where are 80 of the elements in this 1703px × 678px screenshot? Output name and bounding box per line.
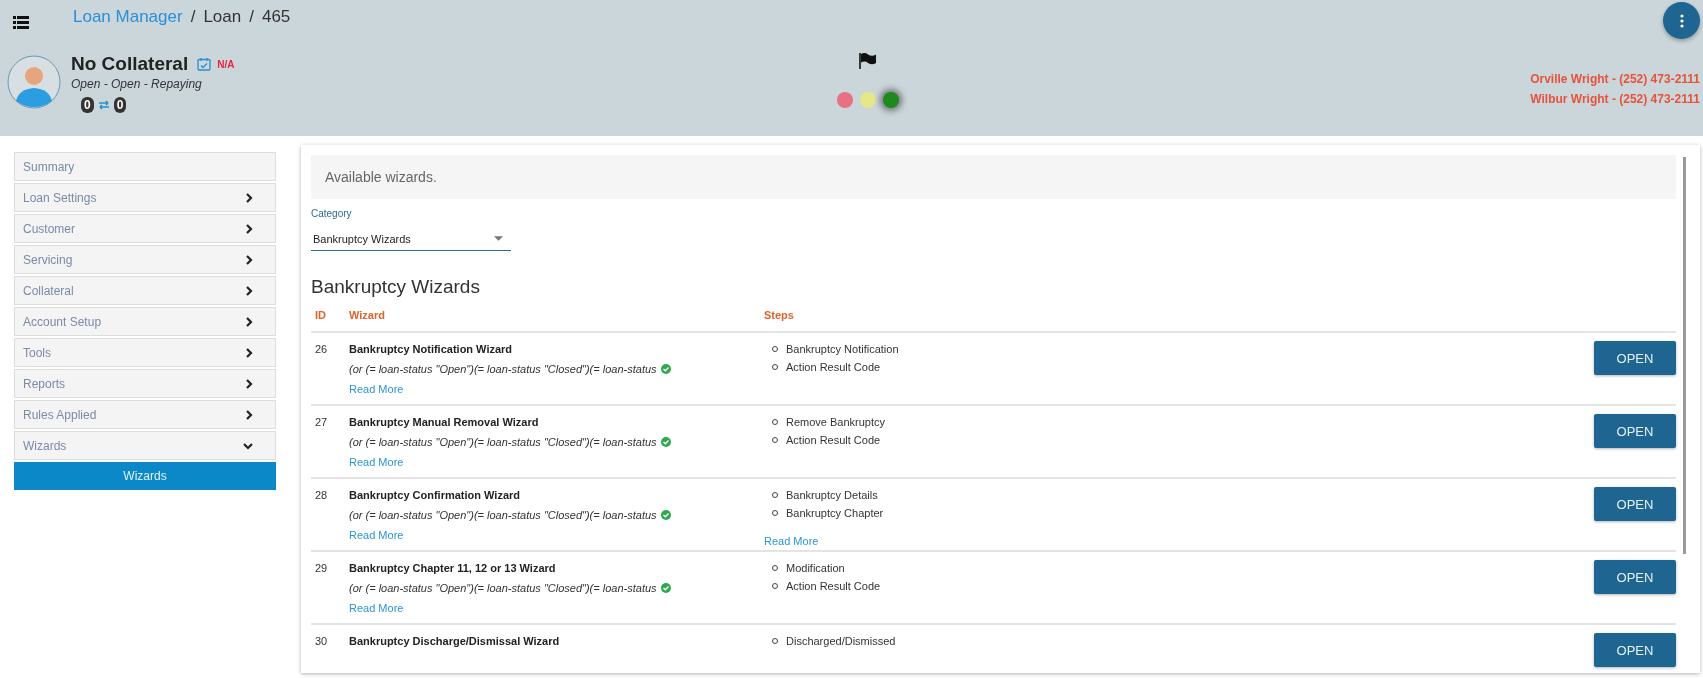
table-cell: 30 bbox=[315, 635, 328, 647]
breadcrumb-item: Loan bbox=[203, 6, 242, 27]
sidebar-item[interactable]: Account Setup bbox=[14, 307, 276, 336]
sidebar-item[interactable]: Reports bbox=[14, 369, 276, 398]
read-more-link[interactable]: Read More bbox=[349, 383, 404, 395]
loan-status-text: Open - Open - Repaying bbox=[71, 77, 203, 91]
open-button[interactable]: OPEN bbox=[1594, 341, 1676, 375]
sidebar-item[interactable]: Customer bbox=[14, 214, 276, 243]
chevron-right-icon bbox=[245, 285, 253, 296]
more-menu-button[interactable] bbox=[1663, 2, 1700, 39]
read-more-link[interactable]: Read More bbox=[349, 529, 404, 541]
open-button[interactable]: OPEN bbox=[1594, 633, 1676, 667]
wizard-name: Bankruptcy Manual Removal Wizard bbox=[349, 416, 540, 428]
table-cell: 26 bbox=[315, 343, 328, 355]
chevron-right-icon bbox=[245, 378, 253, 389]
breadcrumb-separator: / bbox=[190, 6, 196, 27]
step-item: Remove Bankruptcy bbox=[786, 416, 886, 428]
sidebar-item[interactable]: Collateral bbox=[14, 276, 276, 305]
wizard-name: Bankruptcy Notification Wizard bbox=[349, 343, 514, 355]
sidebar-item[interactable]: Rules Applied bbox=[14, 400, 276, 429]
loan-title: No Collateral bbox=[71, 53, 189, 75]
chevron-right-icon bbox=[245, 316, 253, 327]
step-item: Bankruptcy Details bbox=[786, 489, 878, 501]
flag-icon bbox=[859, 53, 877, 69]
step-item: Action Result Code bbox=[786, 434, 881, 446]
column-header: Steps bbox=[764, 309, 795, 321]
table-cell: 27 bbox=[315, 416, 328, 428]
breadcrumb-item: 465 bbox=[261, 6, 291, 27]
step-item: Discharged/Dismissed bbox=[786, 635, 896, 647]
chevron-right-icon bbox=[245, 347, 253, 358]
step-item: Bankruptcy Notification bbox=[786, 343, 899, 355]
contact-text: Orville Wright - (252) 473-2111 bbox=[1530, 72, 1700, 86]
count-badge: 0 bbox=[113, 97, 127, 113]
condition-text: (or (= loan-status "Open")(= loan-status "Closed")(= loan-status bbox=[349, 363, 657, 375]
condition-text: (or (= loan-status "Open")(= loan-status "Closed")(= loan-status bbox=[349, 582, 657, 594]
calendar-check-icon[interactable] bbox=[197, 57, 212, 71]
chevron-right-icon bbox=[245, 254, 253, 265]
step-item: Action Result Code bbox=[786, 580, 881, 592]
read-more-link[interactable]: Read More bbox=[349, 602, 404, 614]
more-vertical-icon bbox=[1679, 13, 1684, 28]
list-menu-icon[interactable] bbox=[13, 16, 29, 29]
chevron-right-icon bbox=[245, 409, 253, 420]
breadcrumb-separator: / bbox=[249, 6, 254, 27]
sidebar-item[interactable]: Tools bbox=[14, 338, 276, 367]
section-heading: Bankruptcy Wizards bbox=[311, 276, 481, 298]
condition-text: (or (= loan-status "Open")(= loan-status "Closed")(= loan-status bbox=[349, 436, 657, 448]
category-select[interactable]: Bankruptcy Wizards bbox=[311, 227, 511, 251]
step-item: Action Result Code bbox=[786, 361, 881, 373]
contact-text: Wilbur Wright - (252) 473-2111 bbox=[1530, 92, 1700, 106]
status-label: N/A bbox=[217, 58, 235, 70]
breadcrumb-link[interactable]: Loan Manager bbox=[73, 6, 183, 27]
table-cell: 29 bbox=[315, 562, 328, 574]
swap-arrows-icon bbox=[97, 100, 110, 110]
sidebar-item[interactable]: Loan Settings bbox=[14, 183, 276, 212]
table-cell: 28 bbox=[315, 489, 328, 501]
count-badge: 0 bbox=[81, 97, 94, 113]
column-header: ID bbox=[314, 309, 327, 321]
step-item: Modification bbox=[786, 562, 845, 574]
intro-panel: Available wizards. bbox=[311, 155, 1676, 199]
read-more-link[interactable]: Read More bbox=[764, 535, 819, 547]
wizard-name: Bankruptcy Discharge/Dismissal Wizard bbox=[349, 635, 561, 647]
category-label: Category bbox=[311, 208, 352, 219]
wizard-name: Bankruptcy Chapter 11, 12 or 13 Wizard bbox=[349, 562, 557, 574]
dropdown-caret-icon bbox=[494, 236, 503, 241]
avatar-silhouette bbox=[7, 55, 61, 109]
sidebar-subitem[interactable]: Wizards bbox=[14, 462, 276, 490]
chevron-right-icon bbox=[245, 223, 253, 234]
chevron-down-icon bbox=[243, 441, 253, 450]
wizard-name: Bankruptcy Confirmation Wizard bbox=[349, 489, 522, 501]
sidebar-item[interactable]: Summary bbox=[14, 152, 276, 181]
sidebar-item[interactable]: Servicing bbox=[14, 245, 276, 274]
open-button[interactable]: OPEN bbox=[1594, 560, 1676, 594]
open-button[interactable]: OPEN bbox=[1594, 414, 1676, 448]
chevron-right-icon bbox=[245, 192, 253, 203]
read-more-link[interactable]: Read More bbox=[349, 456, 404, 468]
open-button[interactable]: OPEN bbox=[1594, 487, 1676, 521]
sidebar-item[interactable]: Wizards bbox=[14, 431, 276, 460]
column-header: Wizard bbox=[349, 309, 386, 321]
step-item: Bankruptcy Chapter bbox=[786, 507, 884, 519]
condition-text: (or (= loan-status "Open")(= loan-status "Closed")(= loan-status bbox=[349, 509, 657, 521]
